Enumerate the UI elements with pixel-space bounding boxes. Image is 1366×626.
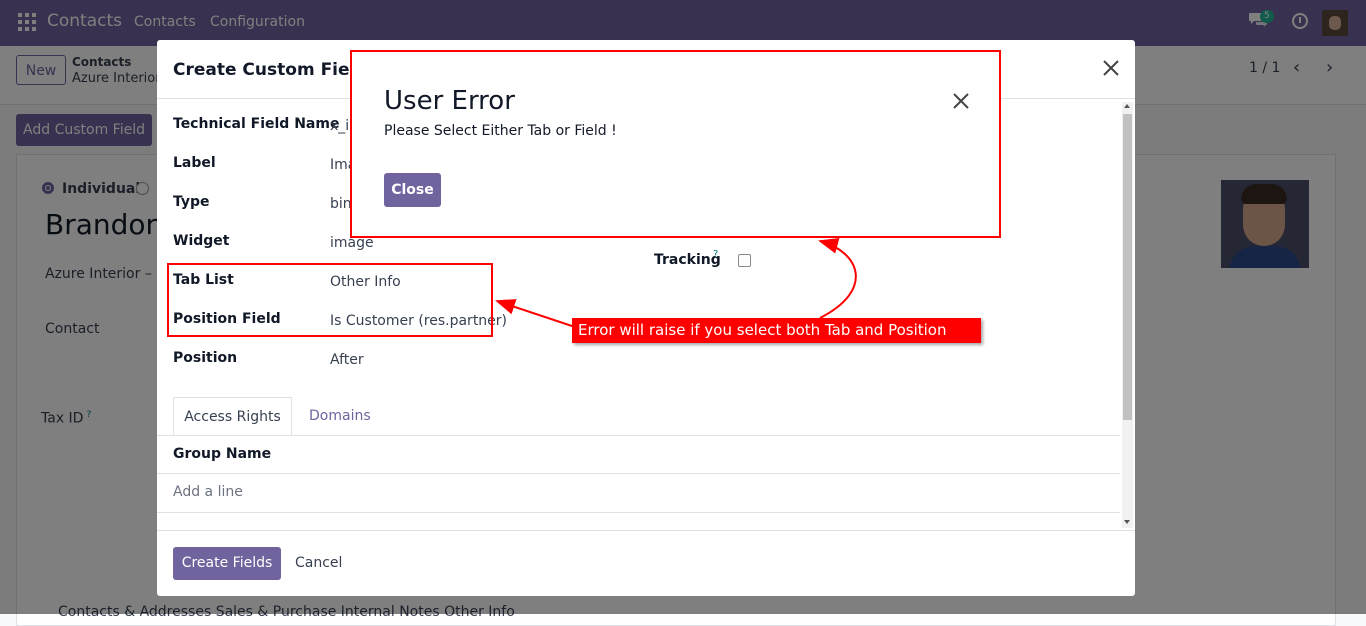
field-label-position: Position bbox=[173, 350, 238, 366]
error-title: User Error bbox=[384, 86, 515, 116]
group-name-header: Group Name bbox=[173, 446, 272, 462]
annotation-callout: Error will raise if you select both Tab … bbox=[572, 318, 981, 364]
create-fields-button[interactable]: Create Fields bbox=[173, 547, 281, 580]
annotation-highlight-box bbox=[167, 263, 493, 337]
error-message: Please Select Either Tab or Field ! bbox=[384, 123, 617, 139]
cancel-button[interactable]: Cancel bbox=[295, 555, 342, 571]
tab-domains[interactable]: Domains bbox=[309, 408, 371, 424]
field-value-type[interactable]: bin bbox=[330, 196, 352, 212]
field-value-position[interactable]: After bbox=[330, 352, 364, 368]
modal-footer-divider bbox=[157, 530, 1135, 531]
user-error-dialog bbox=[350, 50, 1001, 238]
help-icon[interactable]: ? bbox=[713, 249, 718, 260]
close-icon[interactable] bbox=[1101, 58, 1121, 78]
tabs-divider bbox=[157, 435, 1120, 436]
add-line-link[interactable]: Add a line bbox=[173, 484, 243, 500]
tracking-label: Tracking bbox=[654, 252, 721, 268]
field-label-label: Label bbox=[173, 155, 216, 171]
table-header-divider bbox=[157, 473, 1120, 474]
tracking-checkbox[interactable] bbox=[738, 254, 751, 267]
modal-title: Create Custom Fields bbox=[173, 60, 378, 80]
field-label-widget: Widget bbox=[173, 233, 230, 249]
tab-access-rights[interactable]: Access Rights bbox=[173, 397, 292, 436]
table-row-divider bbox=[157, 512, 1120, 513]
close-icon[interactable] bbox=[950, 90, 972, 112]
field-label-technical-name: Technical Field Name bbox=[173, 116, 340, 132]
field-label-type: Type bbox=[173, 194, 210, 210]
error-close-button[interactable]: Close bbox=[384, 173, 441, 207]
modal-scrollbar[interactable] bbox=[1122, 102, 1133, 528]
